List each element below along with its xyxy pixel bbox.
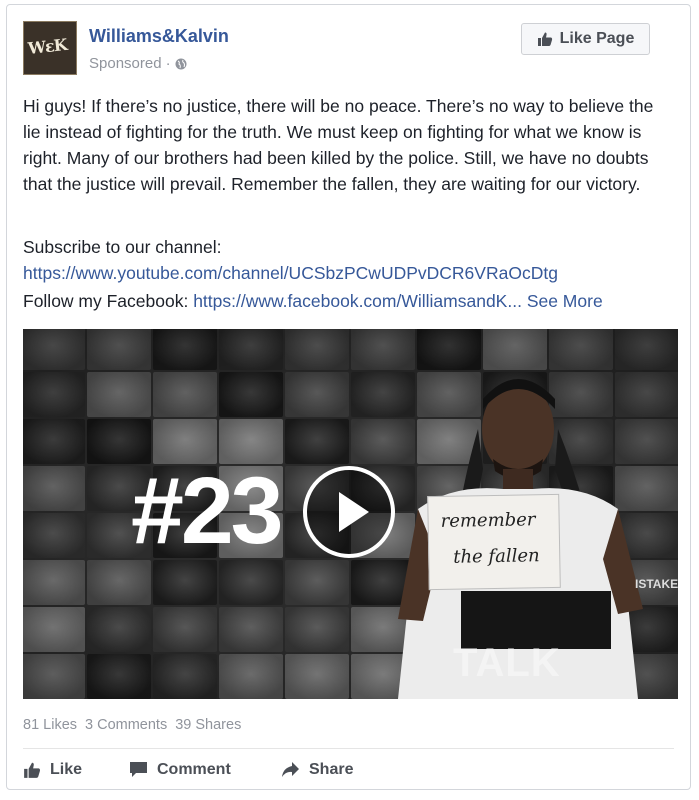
sign-card: remember the fallen	[427, 493, 561, 591]
logo-text: WεK	[27, 35, 68, 58]
see-more-link[interactable]: See More	[527, 291, 603, 311]
post-body-text: Hi guys! If there’s no justice, there wi…	[23, 96, 654, 194]
follow-label: Follow my Facebook:	[23, 291, 194, 311]
subscribe-paragraph: Subscribe to our channel: https://www.yo…	[23, 234, 673, 286]
action-bar: Like Comment Share	[23, 757, 353, 783]
facebook-link[interactable]: https://www.facebook.com/WilliamsandK...	[193, 291, 522, 311]
thumbs-up-icon	[537, 32, 552, 46]
comment-icon	[130, 762, 147, 777]
thumbs-up-icon	[24, 762, 41, 778]
actions-divider	[23, 748, 674, 749]
page-name-link[interactable]: Williams&Kalvin	[89, 26, 229, 47]
follow-paragraph: Follow my Facebook: https://www.facebook…	[23, 288, 683, 314]
like-label: Like	[50, 761, 83, 778]
sign-line-2: the fallen	[453, 545, 540, 568]
youtube-link[interactable]: https://www.youtube.com/channel/UCSbzPCw…	[23, 263, 558, 283]
sponsored-line: Sponsored ·	[89, 55, 187, 72]
comment-label: Comment	[157, 761, 231, 778]
likes-count[interactable]: 81 Likes	[23, 717, 77, 733]
shirt-text: TALK	[453, 641, 561, 685]
sign-line-1: remember	[440, 509, 536, 532]
share-label: Share	[309, 761, 354, 778]
engagement-stats: 81 Likes 3 Comments 39 Shares	[23, 717, 241, 733]
like-page-label: Like Page	[559, 30, 635, 47]
hashtag-overlay: #23	[131, 458, 284, 564]
comments-count[interactable]: 3 Comments	[85, 717, 167, 733]
globe-icon	[175, 58, 187, 69]
edge-text: ISTAKE	[635, 577, 678, 591]
subscribe-label: Subscribe to our channel:	[23, 237, 222, 257]
video-player[interactable]: remember the fallen TALK ISTAKE #23	[23, 329, 678, 699]
play-icon[interactable]	[301, 464, 397, 560]
sponsored-label: Sponsored	[89, 55, 162, 72]
page-logo[interactable]: WεK	[23, 21, 77, 75]
like-page-button[interactable]: Like Page	[521, 23, 650, 55]
post-card: WεK Williams&Kalvin Sponsored · Like Pag…	[6, 4, 691, 790]
shares-count[interactable]: 39 Shares	[175, 717, 241, 733]
share-icon	[282, 762, 299, 777]
separator-dot: ·	[165, 55, 171, 72]
share-button[interactable]: Share	[281, 761, 353, 779]
comment-button[interactable]: Comment	[129, 761, 281, 779]
like-button[interactable]: Like	[23, 761, 129, 779]
